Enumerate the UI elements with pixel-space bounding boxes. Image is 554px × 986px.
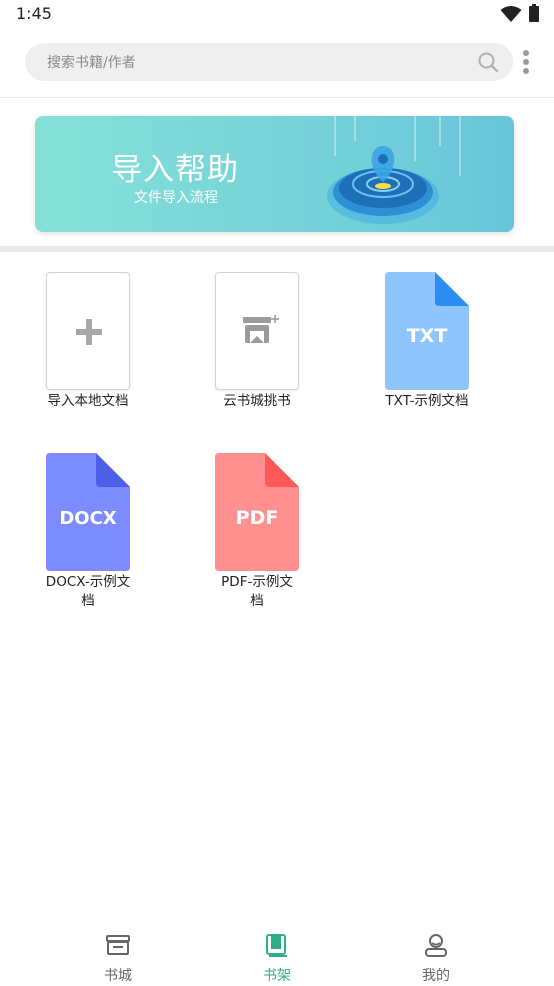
txt-file-icon: TXT: [385, 272, 469, 390]
nav-item-bookshelf[interactable]: 书架: [237, 930, 317, 986]
book-label: PDF-示例文 档: [221, 574, 293, 609]
search-icon[interactable]: [477, 51, 499, 73]
search-placeholder: 搜索书籍/作者: [47, 55, 136, 71]
docx-file-icon: DOCX: [46, 453, 130, 571]
nav-label-store: 书城: [104, 968, 132, 984]
location-pin-illustration: [327, 116, 461, 224]
bookshelf-icon: [266, 934, 287, 957]
banner-title: 导入帮助: [111, 152, 239, 188]
docx-badge: DOCX: [59, 508, 116, 529]
nav-item-store[interactable]: 书城: [78, 930, 158, 986]
book-label: DOCX-示例文 档: [45, 574, 131, 609]
book-item-pdf-sample[interactable]: PDF PDF-示例文 档: [215, 453, 355, 609]
bookshelf-screen: 1:45 搜索书籍/作者 导入帮助 文件导入流程 导入本地文档 云书城挑书 TX…: [0, 0, 554, 986]
pdf-badge: PDF: [236, 507, 279, 529]
import-cover: [46, 272, 130, 390]
search-input[interactable]: 搜索书籍/作者: [25, 43, 513, 81]
profile-icon: [425, 934, 447, 957]
book-label: 导入本地文档: [47, 393, 129, 409]
header-divider: [0, 97, 554, 98]
book-item-txt-sample[interactable]: TXT TXT-示例文档: [385, 272, 525, 412]
book-label: 云书城挑书: [223, 393, 291, 409]
section-divider: [0, 246, 554, 252]
nav-label-profile: 我的: [422, 968, 450, 984]
nav-item-profile[interactable]: 我的: [396, 930, 476, 986]
pdf-file-icon: PDF: [215, 453, 299, 571]
book-item-docx-sample[interactable]: DOCX DOCX-示例文 档: [46, 453, 186, 609]
book-item-import-local[interactable]: 导入本地文档: [46, 272, 186, 412]
status-bar: 1:45: [0, 0, 554, 30]
search-bar: 搜索书籍/作者: [0, 38, 554, 90]
txt-badge: TXT: [407, 325, 448, 347]
store-cover: [215, 272, 299, 390]
book-label: TXT-示例文档: [385, 393, 469, 409]
status-time: 1:45: [16, 4, 52, 23]
bottom-navigation: 书城 书架 我的: [0, 920, 554, 986]
store-icon: [106, 935, 130, 955]
nav-label-bookshelf: 书架: [263, 968, 291, 984]
store-add-icon: [243, 315, 279, 343]
battery-icon: [529, 4, 539, 22]
wifi-icon: [500, 6, 522, 22]
banner-subtitle: 文件导入流程: [134, 190, 218, 206]
more-menu-icon[interactable]: [522, 50, 530, 76]
book-item-cloud-store[interactable]: 云书城挑书: [215, 272, 355, 412]
import-help-banner[interactable]: 导入帮助 文件导入流程: [35, 116, 514, 232]
plus-icon: [76, 319, 102, 345]
